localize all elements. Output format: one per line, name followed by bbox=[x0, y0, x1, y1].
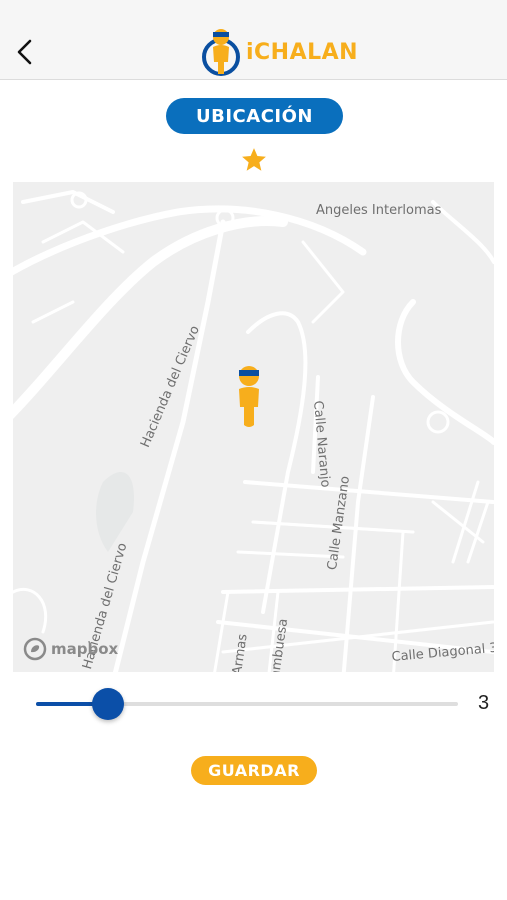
back-button[interactable] bbox=[10, 34, 40, 70]
chevron-left-icon bbox=[17, 39, 32, 65]
app-logo: iCHALAN bbox=[200, 26, 358, 78]
radius-slider[interactable] bbox=[36, 686, 458, 722]
status-bar bbox=[0, 0, 507, 24]
mapbox-logo-icon bbox=[23, 637, 47, 661]
slider-thumb[interactable] bbox=[92, 688, 124, 720]
map-label-angeles-interlomas: Angeles Interlomas bbox=[316, 203, 442, 218]
star-icon[interactable] bbox=[240, 146, 268, 174]
location-button[interactable]: UBICACIÓN bbox=[166, 98, 343, 134]
mapbox-attribution-text: mapbox bbox=[51, 640, 119, 658]
save-button[interactable]: GUARDAR bbox=[191, 756, 317, 785]
slider-value: 3 bbox=[478, 692, 490, 714]
top-navigation-bar: iCHALAN bbox=[0, 24, 507, 80]
mapbox-attribution[interactable]: mapbox bbox=[23, 637, 118, 661]
app-logo-text: iCHALAN bbox=[246, 39, 359, 65]
map-view[interactable]: Angeles Interlomas Hacienda del Ciervo H… bbox=[13, 182, 494, 672]
logo-icon bbox=[202, 29, 240, 76]
person-pin-icon[interactable] bbox=[236, 365, 262, 429]
